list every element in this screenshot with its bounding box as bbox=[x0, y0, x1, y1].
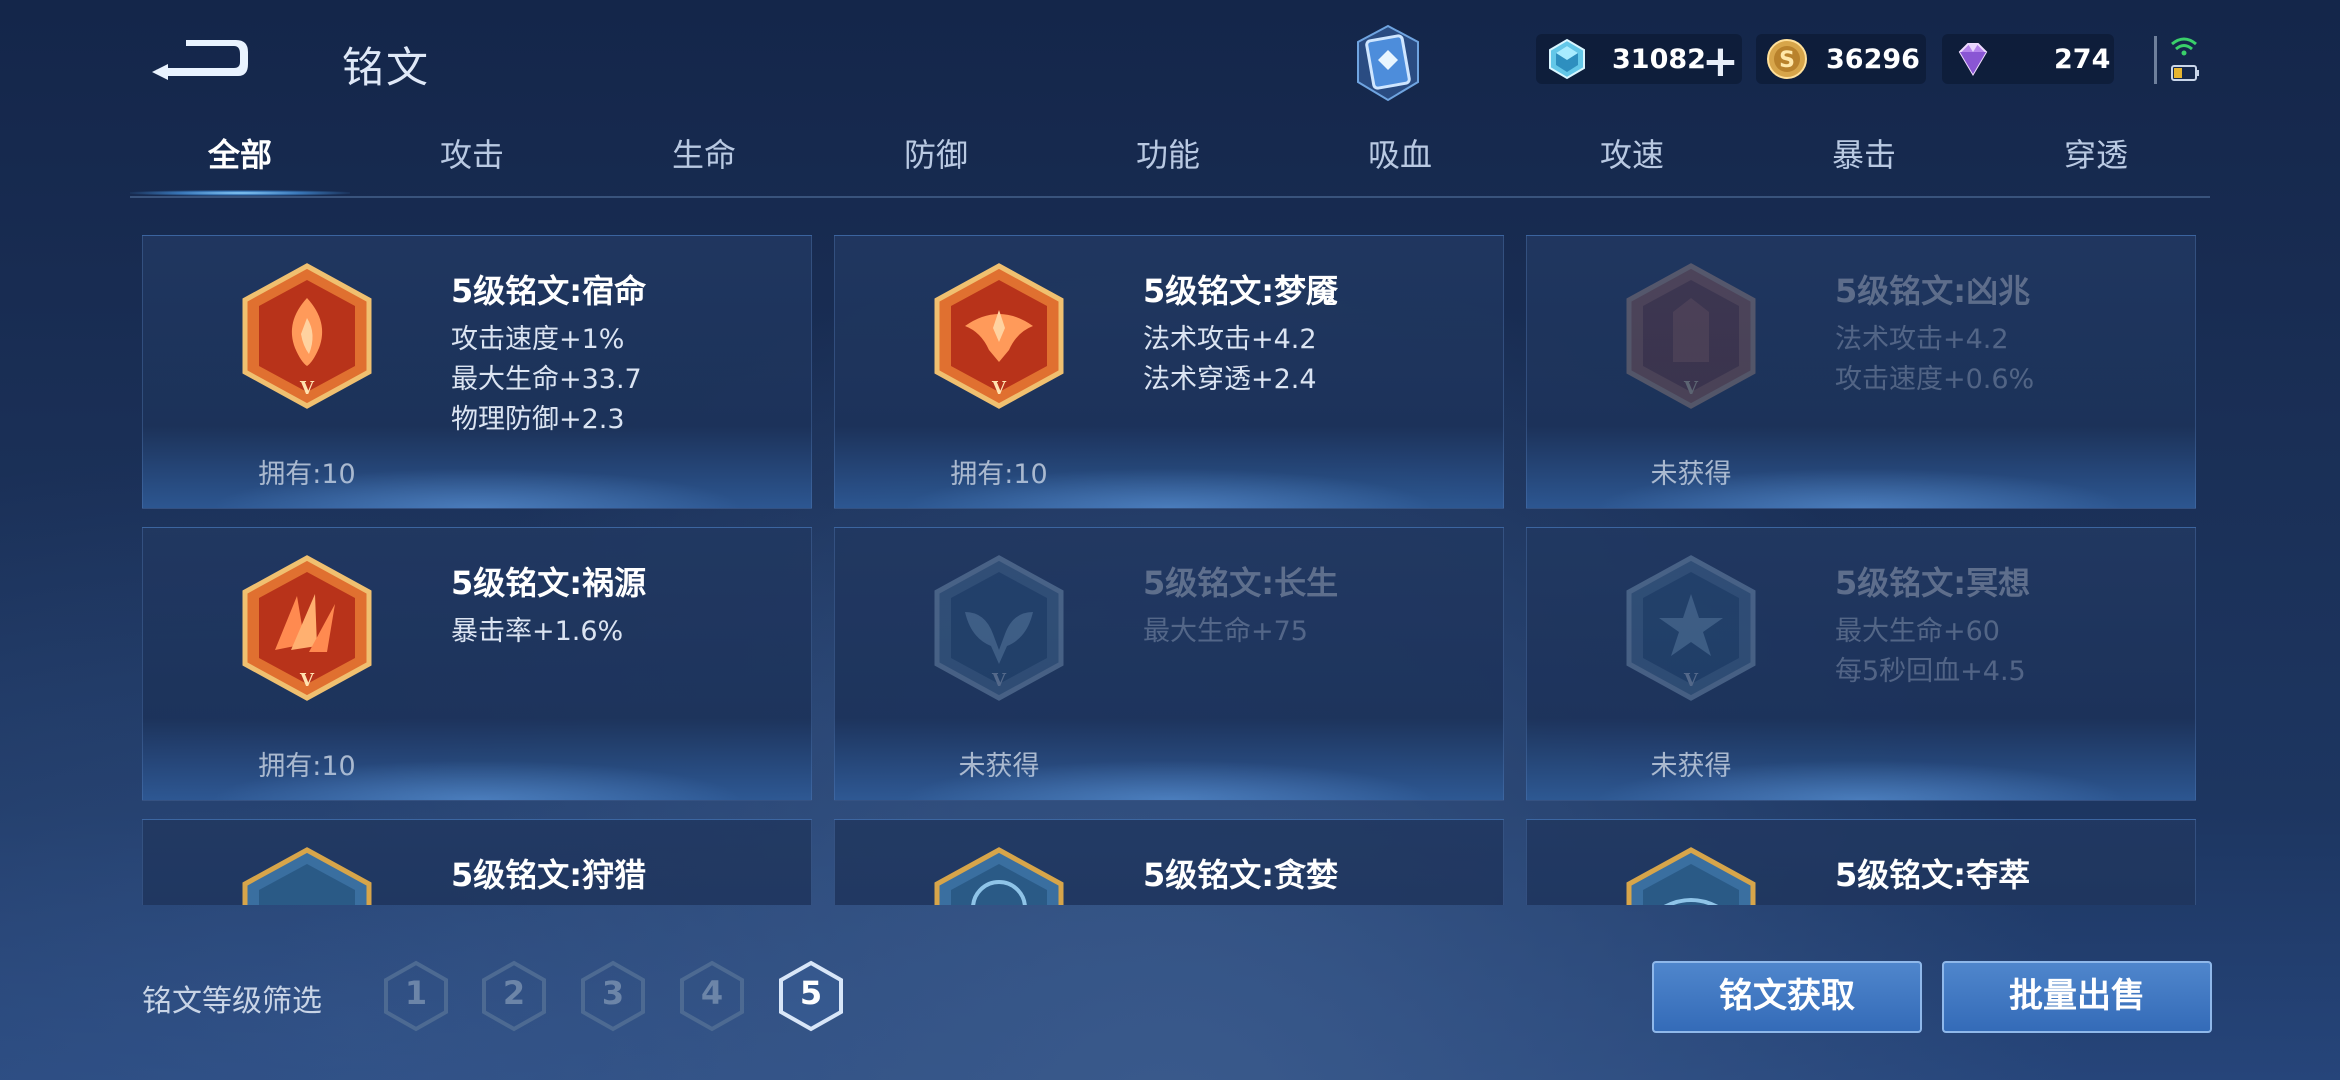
rune-stat: 物理防御+2.3 bbox=[451, 404, 625, 435]
rune-stat: 每5秒回血+4.5 bbox=[1835, 656, 2026, 687]
meditation-rune-icon: V bbox=[1626, 555, 1756, 701]
tab-utility[interactable]: 功能 bbox=[1058, 130, 1278, 176]
owned-status: 未获得 bbox=[1650, 459, 1732, 490]
extraction-rune-icon bbox=[1626, 847, 1756, 905]
back-arrow-icon bbox=[152, 40, 248, 80]
owned-status: 未获得 bbox=[1650, 751, 1732, 782]
rune-card[interactable]: V 5级铭文:冥想 最大生命+60 每5秒回血+4.5 未获得 bbox=[1526, 527, 2196, 801]
tab-defense[interactable]: 防御 bbox=[826, 130, 1046, 176]
svg-text:V: V bbox=[1683, 378, 1699, 399]
tab-penetration[interactable]: 穿透 bbox=[1986, 130, 2206, 176]
rune-name: 5级铭文:贪婪 bbox=[1143, 856, 1339, 894]
rune-stat: 最大生命+75 bbox=[1143, 616, 1308, 647]
back-button[interactable] bbox=[148, 30, 252, 86]
rune-stat: 最大生命+33.7 bbox=[451, 364, 642, 395]
rune-stat: 最大生命+60 bbox=[1835, 616, 2000, 647]
rune-card[interactable]: 5级铭文:夺萃 bbox=[1526, 819, 2196, 905]
acquire-rune-button[interactable]: 铭文获取 bbox=[1652, 961, 1922, 1033]
svg-text:V: V bbox=[1683, 670, 1699, 691]
owned-count: 拥有:10 bbox=[950, 459, 1048, 490]
rune-card[interactable]: V 5级铭文:梦魇 法术攻击+4.2 法术穿透+2.4 拥有:10 bbox=[834, 235, 1504, 509]
rune-name: 5级铭文:祸源 bbox=[451, 564, 647, 602]
crystal-icon bbox=[1549, 38, 1585, 80]
greed-rune-icon bbox=[934, 847, 1064, 905]
owned-count: 拥有:10 bbox=[258, 751, 356, 782]
fate-rune-icon: V bbox=[242, 263, 372, 409]
wifi-icon bbox=[2171, 37, 2197, 46]
gold-coin-icon: S bbox=[1767, 39, 1807, 79]
level-number: 5 bbox=[799, 974, 823, 1012]
rune-card[interactable]: V 5级铭文:凶兆 法术攻击+4.2 攻击速度+0.6% 未获得 bbox=[1526, 235, 2196, 509]
rune-name: 5级铭文:长生 bbox=[1143, 564, 1339, 602]
diamond-icon bbox=[1958, 43, 1988, 76]
level-number: 1 bbox=[404, 974, 428, 1012]
owned-status: 未获得 bbox=[958, 751, 1040, 782]
level-filter-1[interactable]: 1 bbox=[382, 960, 450, 1032]
rune-card[interactable]: V 5级铭文:长生 最大生命+75 未获得 bbox=[834, 527, 1504, 801]
tab-attack-speed[interactable]: 攻速 bbox=[1522, 130, 1742, 176]
svg-text:V: V bbox=[991, 670, 1007, 691]
tab-critical[interactable]: 暴击 bbox=[1754, 130, 1974, 176]
omen-rune-icon: V bbox=[1626, 263, 1756, 409]
rune-card[interactable]: 5级铭文:贪婪 bbox=[834, 819, 1504, 905]
level-filter-4[interactable]: 4 bbox=[678, 960, 746, 1032]
calamity-rune-icon: V bbox=[242, 555, 372, 701]
tab-all[interactable]: 全部 bbox=[130, 130, 350, 176]
rune-name: 5级铭文:宿命 bbox=[451, 272, 647, 310]
svg-text:V: V bbox=[991, 378, 1007, 399]
rune-stat: 法术攻击+4.2 bbox=[1143, 324, 1317, 355]
page-title: 铭文 bbox=[342, 43, 431, 92]
add-crystal-button[interactable]: + bbox=[1702, 36, 1739, 87]
nightmare-rune-icon: V bbox=[934, 263, 1064, 409]
rune-stat: 攻击速度+0.6% bbox=[1835, 364, 2035, 395]
level-filter-5[interactable]: 5 bbox=[777, 960, 845, 1032]
level-number: 3 bbox=[601, 974, 625, 1012]
rune-stat: 法术攻击+4.2 bbox=[1835, 324, 2009, 355]
rune-name: 5级铭文:狩猎 bbox=[451, 856, 647, 894]
level-number: 4 bbox=[700, 974, 724, 1012]
rune-stat: 暴击率+1.6% bbox=[451, 616, 624, 647]
gold-currency: S 36296 bbox=[1756, 34, 1926, 84]
gold-count: 36296 bbox=[1826, 44, 1920, 75]
rune-stat: 法术穿透+2.4 bbox=[1143, 364, 1317, 395]
rune-grid: V 5级铭文:宿命 攻击速度+1% 最大生命+33.7 物理防御+2.3 拥有:… bbox=[142, 215, 2196, 905]
tab-lifesteal[interactable]: 吸血 bbox=[1290, 130, 1510, 176]
rune-book-icon[interactable] bbox=[1352, 24, 1424, 102]
rune-stat: 攻击速度+1% bbox=[451, 324, 625, 355]
rune-name: 5级铭文:梦魇 bbox=[1143, 272, 1339, 310]
rune-card[interactable]: V 5级铭文:宿命 攻击速度+1% 最大生命+33.7 物理防御+2.3 拥有:… bbox=[142, 235, 812, 509]
svg-text:V: V bbox=[299, 670, 315, 691]
level-number: 2 bbox=[502, 974, 526, 1012]
level-filter-2[interactable]: 2 bbox=[480, 960, 548, 1032]
svg-text:V: V bbox=[299, 378, 315, 399]
level-filter-label: 铭文等级筛选 bbox=[142, 984, 322, 1019]
category-tabs: 全部 攻击 生命 防御 功能 吸血 攻速 暴击 穿透 bbox=[130, 130, 2210, 202]
crystal-currency: 31082 + bbox=[1536, 34, 1742, 87]
longevity-rune-icon: V bbox=[934, 555, 1064, 701]
owned-count: 拥有:10 bbox=[258, 459, 356, 490]
svg-text:S: S bbox=[1779, 48, 1795, 73]
diamond-currency: 274 bbox=[1942, 34, 2114, 84]
tab-attack[interactable]: 攻击 bbox=[362, 130, 582, 176]
rune-name: 5级铭文:凶兆 bbox=[1835, 272, 2031, 310]
rune-name: 5级铭文:夺萃 bbox=[1835, 856, 2031, 894]
level-filter-3[interactable]: 3 bbox=[579, 960, 647, 1032]
crystal-count: 31082 bbox=[1612, 44, 1706, 75]
tab-health[interactable]: 生命 bbox=[594, 130, 814, 176]
bulk-sell-button[interactable]: 批量出售 bbox=[1942, 961, 2212, 1033]
diamond-count: 274 bbox=[2054, 44, 2111, 75]
rune-card[interactable]: 5级铭文:狩猎 bbox=[142, 819, 812, 905]
hunting-rune-icon bbox=[242, 847, 372, 905]
rune-name: 5级铭文:冥想 bbox=[1835, 564, 2031, 602]
wifi-battery-status bbox=[2154, 30, 2214, 90]
rune-card[interactable]: V 5级铭文:祸源 暴击率+1.6% 拥有:10 bbox=[142, 527, 812, 801]
tabs-divider bbox=[130, 196, 2210, 198]
